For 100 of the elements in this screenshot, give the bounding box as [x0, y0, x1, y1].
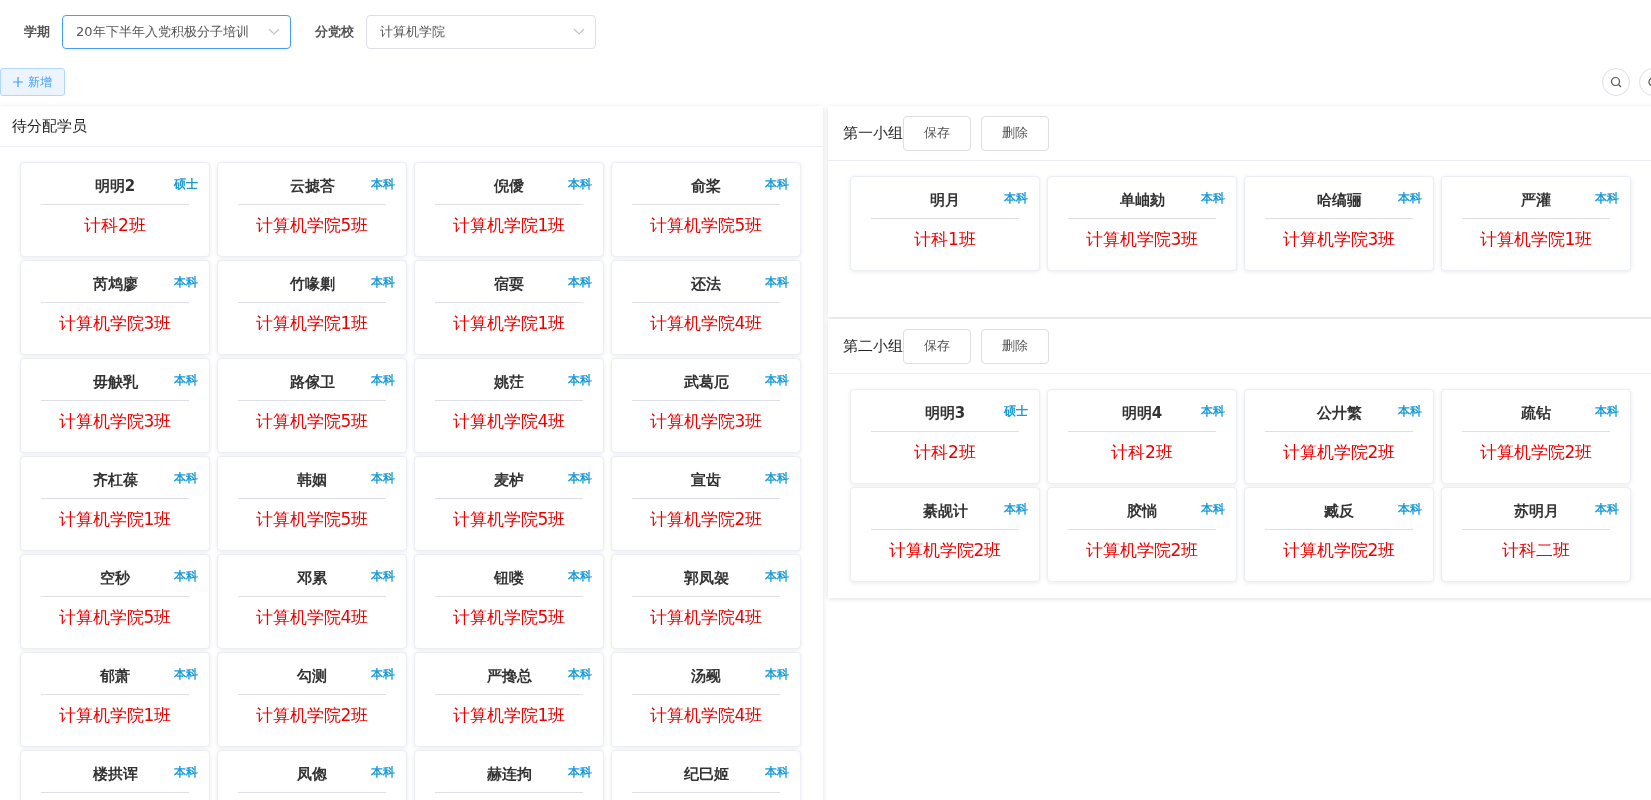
class-name: 计算机学院1班	[58, 704, 172, 727]
degree-tag: 本科	[174, 568, 198, 585]
class-name: 计算机学院2班	[255, 704, 369, 727]
degree-tag: 本科	[568, 568, 592, 585]
student-card[interactable]: 单岫劾 本科 计算机学院3班	[1047, 176, 1237, 271]
student-card[interactable]: 明明4 本科 计科2班	[1047, 389, 1237, 484]
student-card[interactable]: 麦栌 本科 计算机学院5班	[414, 456, 604, 551]
panel-title: 待分配学员	[12, 116, 87, 136]
student-card[interactable]: 竹喙剿 本科 计算机学院1班	[217, 260, 407, 355]
student-card[interactable]: 疏钻 本科 计算机学院2班	[1441, 389, 1631, 484]
student-card[interactable]: 郁萧 本科 计算机学院1班	[20, 652, 210, 747]
student-name: 邓累	[297, 569, 327, 588]
student-card[interactable]: 宿耍 本科 计算机学院1班	[414, 260, 604, 355]
group-title: 第二小组	[843, 336, 903, 356]
delete-button[interactable]: 删除	[981, 328, 1049, 364]
student-card[interactable]: 纪巳姬 本科	[611, 750, 801, 800]
class-name: 计算机学院2班	[1479, 441, 1593, 464]
plus-icon	[13, 77, 23, 87]
student-card[interactable]: 路傢卫 本科 计算机学院5班	[217, 358, 407, 453]
student-card[interactable]: 空秒 本科 计算机学院5班	[20, 554, 210, 649]
student-card[interactable]: 汤觋 本科 计算机学院4班	[611, 652, 801, 747]
student-card[interactable]: 芮鸩廖 本科 计算机学院3班	[20, 260, 210, 355]
student-name: 竹喙剿	[289, 275, 335, 294]
degree-tag: 本科	[1004, 501, 1028, 518]
select-field[interactable]: 计算机学院	[366, 15, 596, 49]
class-name: 计科二班	[1502, 539, 1570, 562]
student-name: 赫连拘	[486, 765, 532, 784]
class-name: 计算机学院3班	[58, 312, 172, 335]
degree-tag: 本科	[765, 470, 789, 487]
degree-tag: 本科	[371, 666, 395, 683]
degree-tag: 本科	[1201, 190, 1225, 207]
student-card[interactable]: 明明2 硕士 计科2班	[20, 162, 210, 257]
student-card[interactable]: 邓累 本科 计算机学院4班	[217, 554, 407, 649]
student-card[interactable]: 钮喽 本科 计算机学院5班	[414, 554, 604, 649]
student-card[interactable]: 勾测 本科 计算机学院2班	[217, 652, 407, 747]
degree-tag: 本科	[1398, 501, 1422, 518]
class-name: 计算机学院2班	[1085, 539, 1199, 562]
student-card[interactable]: 齐杠葆 本科 计算机学院1班	[20, 456, 210, 551]
degree-tag: 本科	[568, 176, 592, 193]
student-card[interactable]: 哈缟骊 本科 计算机学院3班	[1244, 176, 1434, 271]
student-card[interactable]: 毋觖乳 本科 计算机学院3班	[20, 358, 210, 453]
save-button[interactable]: 保存	[903, 328, 971, 364]
student-name: 明明2	[94, 177, 136, 196]
student-name: 疏钻	[1521, 404, 1551, 423]
student-card[interactable]: 还法 本科 计算机学院4班	[611, 260, 801, 355]
student-name: 麦栌	[494, 471, 524, 490]
student-card[interactable]: 楼拱诨 本科	[20, 750, 210, 800]
student-name: 郁萧	[100, 667, 130, 686]
student-name: 芮鸩廖	[92, 275, 138, 294]
delete-button[interactable]: 删除	[981, 115, 1049, 151]
filter-label: 分党校	[315, 23, 354, 41]
class-name: 计算机学院4班	[649, 704, 763, 727]
class-name: 计算机学院5班	[255, 508, 369, 531]
student-name: 明明4	[1121, 404, 1163, 423]
select-field[interactable]: 20年下半年入党积极分子培训	[62, 15, 291, 49]
student-card[interactable]: 公廾繁 本科 计算机学院2班	[1244, 389, 1434, 484]
student-card[interactable]: 姚茳 本科 计算机学院4班	[414, 358, 604, 453]
class-name: 计科2班	[84, 214, 146, 237]
class-name: 计算机学院1班	[58, 508, 172, 531]
student-card[interactable]: 倪僾 本科 计算机学院1班	[414, 162, 604, 257]
degree-tag: 本科	[1201, 501, 1225, 518]
student-card[interactable]: 綦觇计 本科 计算机学院2班	[850, 487, 1040, 582]
class-name: 计算机学院4班	[649, 312, 763, 335]
degree-tag: 本科	[174, 470, 198, 487]
class-name: 计科2班	[914, 441, 976, 464]
student-name: 严灌	[1521, 191, 1551, 210]
degree-tag: 本科	[371, 470, 395, 487]
save-button[interactable]: 保存	[903, 115, 971, 151]
student-card[interactable]: 郭凤袈 本科 计算机学院4班	[611, 554, 801, 649]
degree-tag: 本科	[1201, 403, 1225, 420]
student-card[interactable]: 赫连拘 本科	[414, 750, 604, 800]
class-name: 计算机学院1班	[255, 312, 369, 335]
student-card[interactable]: 韩姻 本科 计算机学院5班	[217, 456, 407, 551]
student-name: 郭凤袈	[683, 569, 729, 588]
student-name: 云摅荅	[289, 177, 335, 196]
student-name: 齐杠葆	[92, 471, 138, 490]
student-card[interactable]: 胶惝 本科 计算机学院2班	[1047, 487, 1237, 582]
student-card[interactable]: 严灌 本科 计算机学院1班	[1441, 176, 1631, 271]
student-card[interactable]: 凤偬 本科	[217, 750, 407, 800]
student-card[interactable]: 武葛厄 本科 计算机学院3班	[611, 358, 801, 453]
class-name: 计算机学院1班	[452, 312, 566, 335]
search-button[interactable]	[1602, 68, 1630, 96]
student-card[interactable]: 明月 本科 计科1班	[850, 176, 1040, 271]
student-card[interactable]: 宣齿 本科 计算机学院2班	[611, 456, 801, 551]
class-name: 计算机学院5班	[58, 606, 172, 629]
student-card[interactable]: 臧反 本科 计算机学院2班	[1244, 487, 1434, 582]
class-name: 计科2班	[1111, 441, 1173, 464]
student-card[interactable]: 云摅荅 本科 计算机学院5班	[217, 162, 407, 257]
student-card[interactable]: 明明3 硕士 计科2班	[850, 389, 1040, 484]
degree-tag: 本科	[568, 764, 592, 781]
student-name: 勾测	[297, 667, 327, 686]
class-name: 计算机学院2班	[649, 508, 763, 531]
student-card[interactable]: 俞桨 本科 计算机学院5班	[611, 162, 801, 257]
student-card[interactable]: 苏明月 本科 计科二班	[1441, 487, 1631, 582]
class-name: 计算机学院3班	[1282, 228, 1396, 251]
degree-tag: 本科	[1004, 190, 1028, 207]
class-name: 计科1班	[914, 228, 976, 251]
student-name: 钮喽	[494, 569, 524, 588]
student-card[interactable]: 严搀总 本科 计算机学院1班	[414, 652, 604, 747]
student-name: 胶惝	[1127, 502, 1157, 521]
